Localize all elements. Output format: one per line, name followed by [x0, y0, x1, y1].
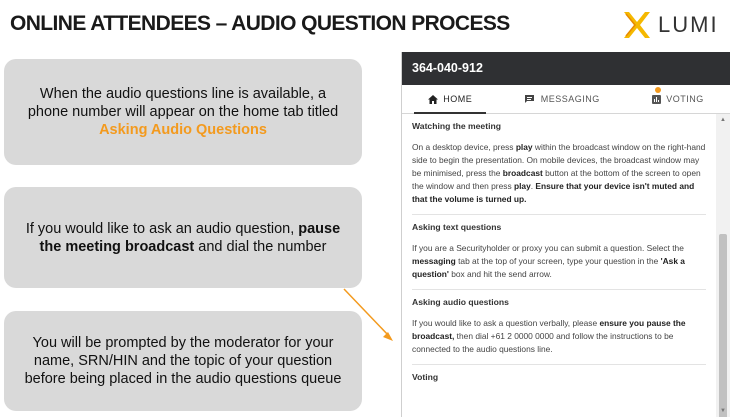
section-watching-heading: Watching the meeting	[412, 121, 501, 131]
home-icon	[428, 94, 439, 104]
section-audio-questions-heading: Asking audio questions	[412, 297, 509, 307]
voting-notification-dot	[655, 86, 662, 93]
bold-text: play	[515, 142, 533, 152]
section-watching: Watching the meeting On a desktop device…	[412, 114, 706, 215]
home-content: Watching the meeting On a desktop device…	[402, 114, 716, 417]
tab-home-label: HOME	[443, 94, 473, 104]
tab-voting[interactable]: VOTING	[646, 85, 710, 114]
voting-icon	[652, 94, 662, 104]
messaging-icon	[524, 94, 534, 103]
bold-text: broadcast	[502, 168, 543, 178]
section-voting: Voting	[412, 365, 706, 400]
tab-home[interactable]: HOME	[414, 85, 487, 114]
section-text-questions: Asking text questions If you are a Secur…	[412, 215, 706, 290]
text: tab at the top of your screen, type your…	[455, 256, 661, 266]
scroll-down-icon[interactable]: ▼	[716, 405, 730, 417]
section-voting-heading: Voting	[412, 372, 439, 382]
meeting-id-header: 364-040-912	[402, 52, 730, 85]
content-scrollbar[interactable]: ▲ ▼	[716, 114, 730, 417]
text: If you would like to ask a question verb…	[412, 318, 600, 328]
panel-tabs: HOME MESSAGING VOTING	[402, 85, 730, 114]
text: If you are a Securityholder or proxy you…	[412, 243, 684, 253]
tab-messaging-label: MESSAGING	[540, 94, 600, 104]
section-text-questions-heading: Asking text questions	[412, 222, 502, 232]
meeting-panel: 364-040-912 HOME MESSAGING VOTING Watchi…	[401, 52, 730, 417]
section-text-questions-body: If you are a Securityholder or proxy you…	[412, 242, 706, 281]
section-audio-questions: Asking audio questions If you would like…	[412, 290, 706, 365]
tab-voting-label: VOTING	[666, 94, 704, 104]
section-audio-questions-body: If you would like to ask a question verb…	[412, 317, 706, 356]
bold-text: play	[513, 181, 531, 191]
scrollbar-thumb[interactable]	[719, 234, 727, 417]
text: On a desktop device, press	[412, 142, 516, 152]
section-watching-body: On a desktop device, press play within t…	[412, 141, 706, 206]
tab-messaging[interactable]: MESSAGING	[519, 85, 606, 114]
scroll-up-icon[interactable]: ▲	[716, 114, 730, 126]
text: box and hit the send arrow.	[448, 269, 552, 279]
bold-text: messaging	[412, 256, 456, 266]
